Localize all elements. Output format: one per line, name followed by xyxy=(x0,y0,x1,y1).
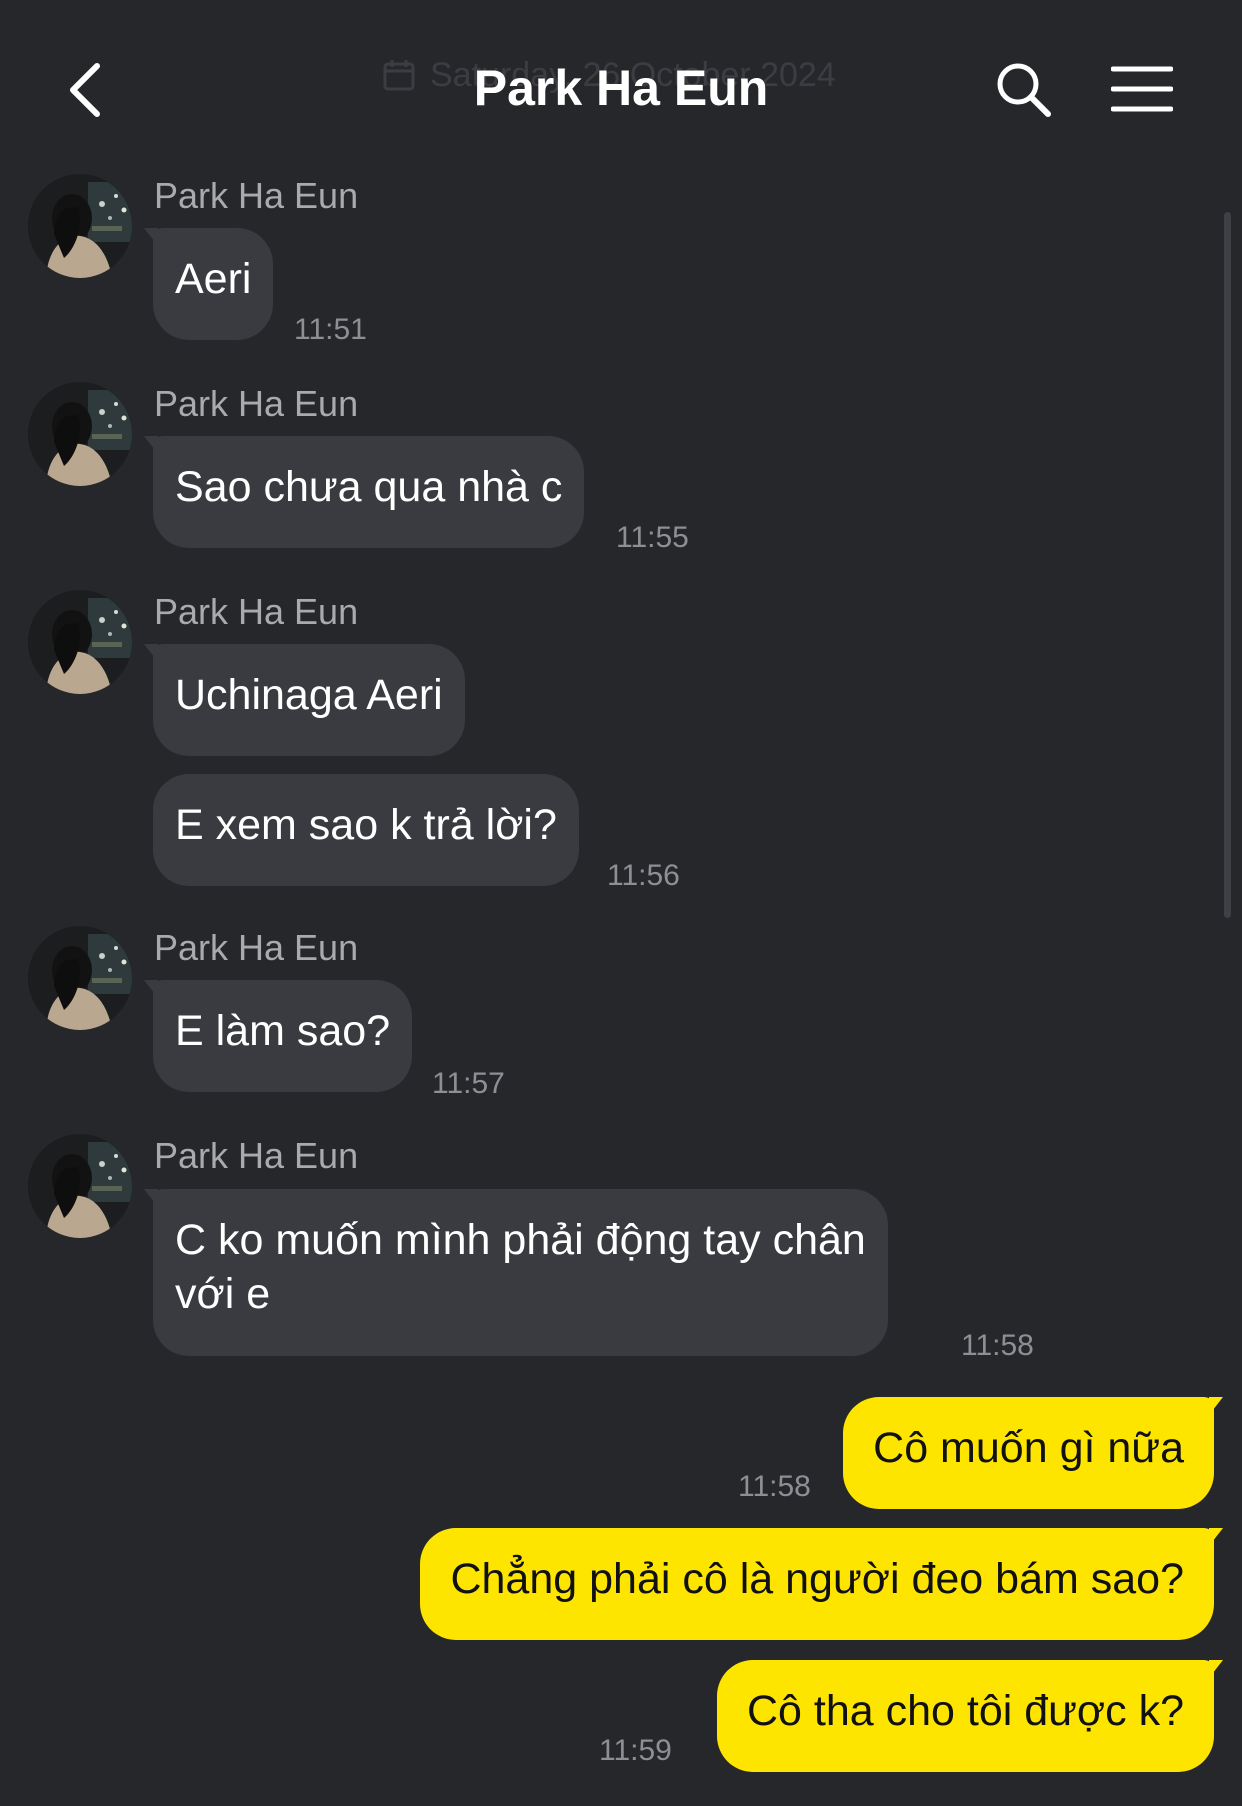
sender-name: Park Ha Eun xyxy=(154,591,359,632)
sender-name: Park Ha Eun xyxy=(154,383,359,424)
avatar[interactable] xyxy=(28,382,132,486)
hamburger-menu-icon xyxy=(1111,66,1173,112)
incoming-message-bubble[interactable]: E làm sao? xyxy=(143,980,413,1092)
sender-name: Park Ha Eun xyxy=(154,175,359,216)
message-timestamp: 11:58 xyxy=(738,1470,811,1503)
scrollbar[interactable] xyxy=(1224,212,1231,918)
message-timestamp: 11:57 xyxy=(432,1067,505,1100)
outgoing-message-bubble[interactable]: Cô muốn gì nữa xyxy=(843,1397,1223,1509)
message-timestamp: 11:51 xyxy=(294,313,367,346)
chat-header: Saturday, 26 October 2024 Park Ha Eun xyxy=(0,0,1242,170)
sender-name: Park Ha Eun xyxy=(154,1135,359,1176)
incoming-message-bubble[interactable]: E xem sao k trả lời? xyxy=(153,774,579,886)
message-line: C ko muốn mình phải động tay chân xyxy=(175,1216,866,1264)
message-timestamp: 11:56 xyxy=(607,859,680,892)
outgoing-message-bubble[interactable]: Chẳng phải cô là người đeo bám sao? xyxy=(420,1528,1223,1640)
message-timestamp: 11:55 xyxy=(616,521,689,554)
avatar[interactable] xyxy=(28,590,132,694)
incoming-message-bubble[interactable]: Aeri xyxy=(143,228,274,340)
incoming-message-bubble[interactable]: Uchinaga Aeri xyxy=(144,644,465,756)
message-timestamp: 11:58 xyxy=(961,1329,1034,1362)
incoming-message-bubble[interactable]: Sao chưa qua nhà c xyxy=(143,436,585,548)
message-timestamp: 11:59 xyxy=(599,1734,672,1767)
outgoing-message-bubble[interactable]: Cô tha cho tôi được k? xyxy=(716,1660,1224,1772)
search-button[interactable] xyxy=(990,56,1056,122)
sender-name: Park Ha Eun xyxy=(154,927,359,968)
avatar[interactable] xyxy=(28,174,132,278)
avatar[interactable] xyxy=(28,1134,132,1238)
incoming-message-bubble[interactable]: C ko muốn mình phải động tay chân với e xyxy=(144,1189,888,1356)
menu-button[interactable] xyxy=(1108,58,1176,120)
search-icon xyxy=(997,63,1051,117)
avatar[interactable] xyxy=(28,926,132,1030)
message-line: với e xyxy=(175,1270,271,1318)
